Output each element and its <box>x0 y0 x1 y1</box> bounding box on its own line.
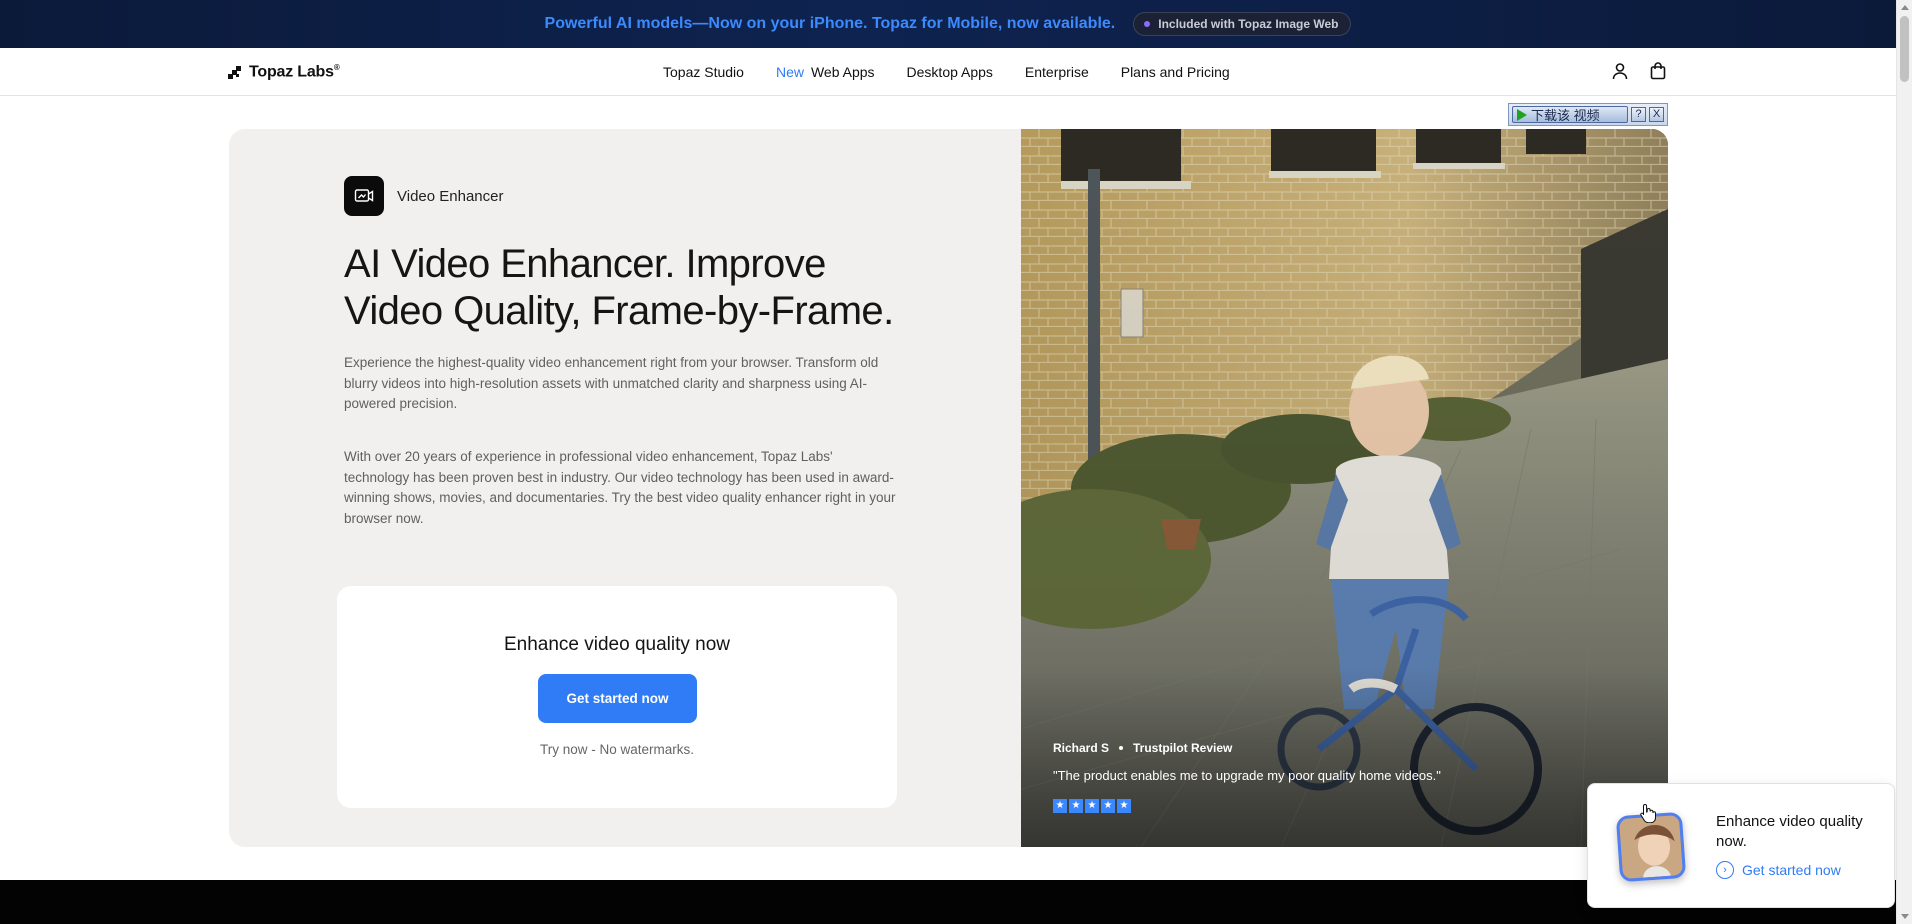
hero-experience-text: With over 20 years of experience in prof… <box>344 449 896 526</box>
star-rating: ★ ★ ★ ★ ★ <box>1053 799 1653 813</box>
nav-icons <box>1610 61 1668 81</box>
popup-get-started-link[interactable]: › Get started now <box>1716 861 1841 879</box>
announcement-badge-label: Included with Topaz Image Web <box>1158 17 1339 31</box>
user-icon[interactable] <box>1610 61 1630 81</box>
announcement-badge[interactable]: Included with Topaz Image Web <box>1133 12 1352 36</box>
hero-description: Experience the highest-quality video enh… <box>344 355 879 411</box>
help-button[interactable]: ? <box>1631 107 1646 122</box>
cta-title: Enhance video quality now <box>503 634 731 655</box>
star-icon: ★ <box>1085 799 1099 813</box>
page: Powerful AI models—Now on your iPhone. T… <box>0 0 1912 924</box>
close-overlay-button[interactable]: X <box>1649 107 1664 122</box>
nav-link-plans-pricing[interactable]: Plans and Pricing <box>1121 64 1230 80</box>
top-navigation: Topaz Labs® Topaz Studio New Web Apps Des… <box>0 48 1896 96</box>
download-video-label: 下载该 视频 <box>1531 108 1600 123</box>
logo-text: Topaz Labs® <box>249 63 340 81</box>
download-video-button[interactable]: 下载该 视频 <box>1512 106 1628 123</box>
popup-link-label: Get started now <box>1742 862 1841 878</box>
shopping-bag-icon[interactable] <box>1648 61 1668 81</box>
scrollbar-thumb[interactable] <box>1900 16 1909 82</box>
hand-cursor-icon <box>1640 803 1656 823</box>
nav-link-web-apps[interactable]: New Web Apps <box>776 64 875 80</box>
scroll-up-icon[interactable] <box>1901 5 1909 10</box>
star-icon: ★ <box>1101 799 1115 813</box>
scroll-down-icon[interactable] <box>1901 914 1909 919</box>
star-icon: ★ <box>1069 799 1083 813</box>
announcement-bar[interactable]: Powerful AI models—Now on your iPhone. T… <box>0 0 1896 48</box>
review-quote: "The product enables me to upgrade my po… <box>1053 768 1441 783</box>
nav-link-topaz-studio[interactable]: Topaz Studio <box>663 64 744 80</box>
badge-dot-icon <box>1144 21 1151 27</box>
get-started-button[interactable]: Get started now <box>538 674 697 723</box>
review-overlay: Richard S Trustpilot Review "The product… <box>1053 741 1653 813</box>
enhance-popup[interactable]: Enhance video quality now. › Get started… <box>1587 783 1895 908</box>
review-head: Richard S Trustpilot Review <box>1053 741 1653 755</box>
separator-dot-icon <box>1119 746 1124 750</box>
star-icon: ★ <box>1053 799 1067 813</box>
hero-section: Video Enhancer AI Video Enhancer. Improv… <box>229 129 1668 847</box>
topaz-logo-icon <box>228 65 242 80</box>
video-enhancer-icon <box>344 176 384 216</box>
topaz-logo[interactable]: Topaz Labs® <box>228 63 340 81</box>
nav-links: Topaz Studio New Web Apps Desktop Apps En… <box>663 48 1230 96</box>
nav-link-enterprise[interactable]: Enterprise <box>1025 64 1089 80</box>
popup-title: Enhance video quality now. <box>1716 813 1863 850</box>
new-tag: New <box>775 64 804 80</box>
hero-content: Video Enhancer AI Video Enhancer. Improv… <box>229 129 1021 847</box>
chevron-right-icon: › <box>1716 861 1734 879</box>
hero-video[interactable]: Richard S Trustpilot Review "The product… <box>1021 129 1668 847</box>
product-label: Video Enhancer <box>397 187 504 205</box>
review-author: Richard S <box>1053 741 1110 755</box>
page-title: AI Video Enhancer. Improve Video Quality,… <box>344 242 894 333</box>
announcement-text[interactable]: Powerful AI models—Now on your iPhone. T… <box>545 15 1116 33</box>
play-icon <box>1517 108 1527 121</box>
cta-note: Try now - No watermarks. <box>539 742 695 757</box>
star-icon: ★ <box>1117 799 1131 813</box>
nav-link-desktop-apps[interactable]: Desktop Apps <box>907 64 993 80</box>
cta-card: Enhance video quality now Get started no… <box>337 586 897 808</box>
review-source: Trustpilot Review <box>1133 741 1233 755</box>
product-tag: Video Enhancer <box>344 176 503 216</box>
child-on-bicycle-image <box>1021 129 1668 847</box>
download-video-toolbar: 下载该 视频 ? X <box>1508 103 1668 126</box>
page-scrollbar[interactable] <box>1896 0 1912 924</box>
